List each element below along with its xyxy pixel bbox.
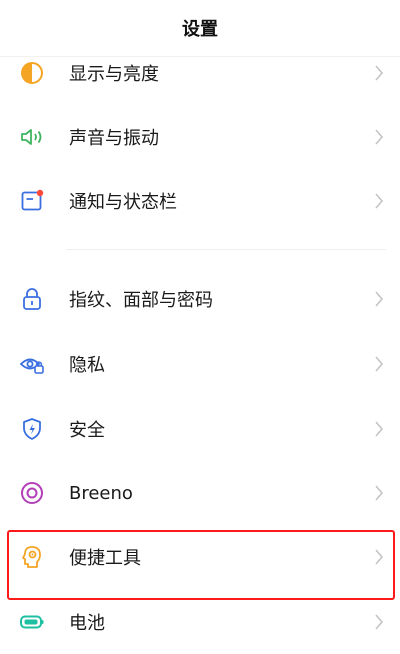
settings-item-battery[interactable]: 电池 xyxy=(0,590,400,654)
chevron-right-icon xyxy=(372,612,386,632)
settings-item-sound-vibration[interactable]: 声音与振动 xyxy=(0,105,400,169)
convenience-tools-icon xyxy=(19,544,45,570)
breeno-icon xyxy=(19,480,45,506)
settings-item-label: 指纹、面部与密码 xyxy=(69,290,213,311)
chevron-right-icon xyxy=(372,191,386,211)
chevron-right-icon xyxy=(372,289,386,309)
chevron-right-icon xyxy=(372,63,386,83)
display-brightness-icon xyxy=(19,60,45,86)
lock-icon xyxy=(19,286,45,312)
settings-item-security[interactable]: 安全 xyxy=(0,397,400,461)
chevron-right-icon xyxy=(372,127,386,147)
settings-item-breeno[interactable]: Breeno xyxy=(0,461,400,525)
settings-item-convenience-tools[interactable]: 便捷工具 xyxy=(0,525,400,589)
chevron-right-icon xyxy=(372,419,386,439)
chevron-right-icon xyxy=(372,354,386,374)
settings-item-privacy[interactable]: 隐私 xyxy=(0,332,400,396)
settings-item-label: 通知与状态栏 xyxy=(69,192,177,213)
notification-statusbar-icon xyxy=(19,188,45,214)
section-divider xyxy=(66,249,386,250)
settings-item-label: 隐私 xyxy=(69,355,105,376)
chevron-right-icon xyxy=(372,547,386,567)
privacy-eye-icon xyxy=(19,351,45,377)
settings-item-label: 显示与亮度 xyxy=(69,64,159,85)
settings-item-label: Breeno xyxy=(69,482,133,504)
chevron-right-icon xyxy=(372,483,386,503)
settings-item-notification-statusbar[interactable]: 通知与状态栏 xyxy=(0,169,400,233)
sound-vibration-icon xyxy=(19,124,45,150)
settings-item-label: 声音与振动 xyxy=(69,128,159,149)
settings-item-label: 电池 xyxy=(69,613,105,634)
battery-icon xyxy=(19,609,45,635)
security-shield-icon xyxy=(19,416,45,442)
settings-item-label: 安全 xyxy=(69,420,105,441)
page-title: 设置 xyxy=(182,19,218,40)
settings-item-label: 便捷工具 xyxy=(69,548,141,569)
header-bar: 设置 xyxy=(0,0,400,57)
settings-item-fingerprint-face-password[interactable]: 指纹、面部与密码 xyxy=(0,267,400,331)
